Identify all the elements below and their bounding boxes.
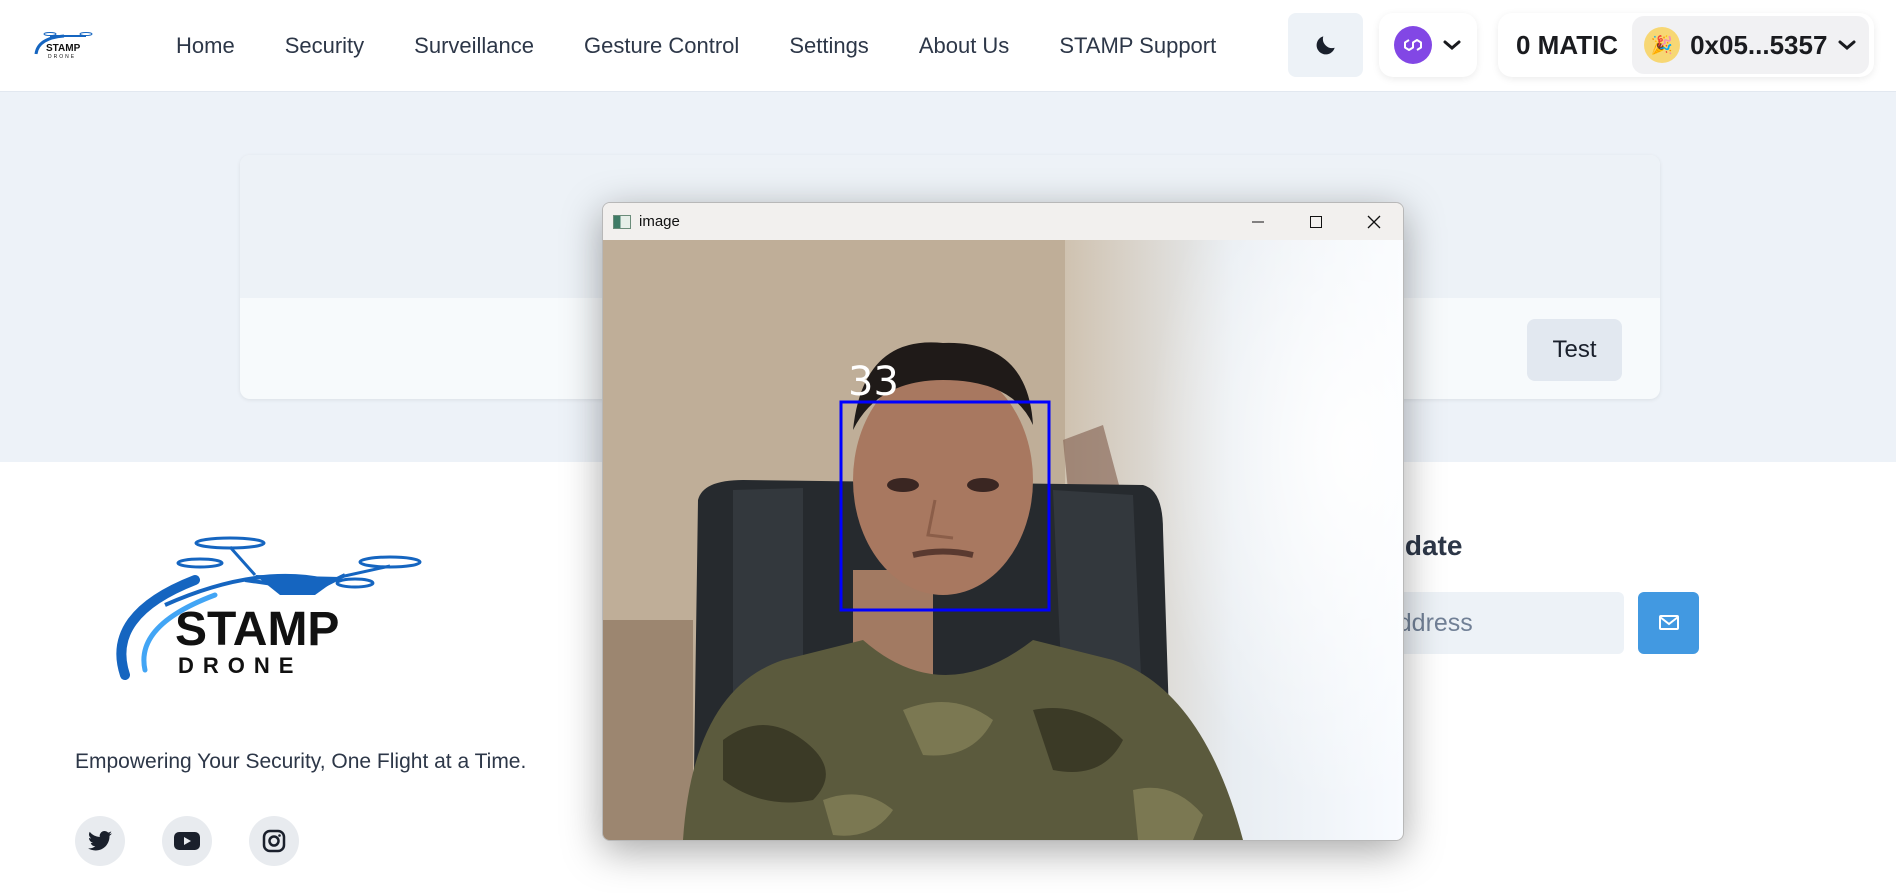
chain-selector-button[interactable] [1379, 13, 1477, 77]
nav-about-us[interactable]: About Us [919, 33, 1010, 59]
image-window[interactable]: image 33 [602, 202, 1404, 841]
face-count-label: 33 [848, 359, 899, 405]
polygon-icon [1394, 26, 1432, 64]
twitter-link[interactable] [75, 816, 125, 866]
minimize-button[interactable] [1229, 203, 1287, 240]
chevron-down-icon [1443, 40, 1461, 50]
wallet-button[interactable]: 0 MATIC 🎉 0x05...5357 [1498, 13, 1874, 77]
avatar: 🎉 [1644, 27, 1681, 63]
nav-links: Home Security Surveillance Gesture Contr… [176, 0, 1266, 92]
instagram-link[interactable] [249, 816, 299, 866]
logo-subtitle: DRONE [178, 653, 302, 678]
nav-home[interactable]: Home [176, 33, 235, 59]
stamp-drone-logo-icon[interactable]: STAMP DRONE [30, 28, 100, 60]
nav-settings[interactable]: Settings [789, 33, 869, 59]
moon-icon [1316, 36, 1335, 55]
footer-tagline: Empowering Your Security, One Flight at … [75, 750, 527, 773]
nav-security[interactable]: Security [285, 33, 364, 59]
account-button[interactable]: 🎉 0x05...5357 [1632, 16, 1870, 74]
close-icon [1367, 215, 1381, 228]
youtube-link[interactable] [162, 816, 212, 866]
nav-surveillance[interactable]: Surveillance [414, 33, 534, 59]
twitter-icon [88, 830, 112, 851]
window-titlebar[interactable]: image [603, 203, 1403, 240]
logo-title: STAMP [175, 603, 339, 656]
maximize-icon [1310, 215, 1322, 228]
logo-small-subtext: DRONE [48, 54, 76, 60]
nav-gesture-control[interactable]: Gesture Control [584, 33, 739, 59]
close-button[interactable] [1345, 203, 1403, 240]
subscribe-button[interactable] [1638, 592, 1699, 654]
chevron-down-icon [1838, 40, 1856, 50]
send-mail-icon [1658, 615, 1679, 630]
wallet-balance: 0 MATIC [1516, 29, 1619, 60]
minimize-icon [1252, 221, 1264, 222]
window-app-icon [613, 214, 631, 229]
youtube-icon [174, 832, 200, 850]
instagram-icon [262, 829, 286, 853]
navbar: STAMP DRONE Home Security Surveillance G… [0, 0, 1896, 92]
maximize-button[interactable] [1287, 203, 1345, 240]
test-button[interactable]: Test [1527, 319, 1622, 381]
theme-toggle-button[interactable] [1288, 13, 1363, 77]
camera-feed-image: 33 [603, 240, 1403, 840]
logo-small-text: STAMP [46, 43, 81, 54]
stamp-drone-logo: STAMP DRONE [116, 536, 422, 680]
wallet-address: 0x05...5357 [1690, 29, 1828, 60]
window-title: image [639, 213, 680, 230]
nav-stamp-support[interactable]: STAMP Support [1059, 33, 1216, 59]
